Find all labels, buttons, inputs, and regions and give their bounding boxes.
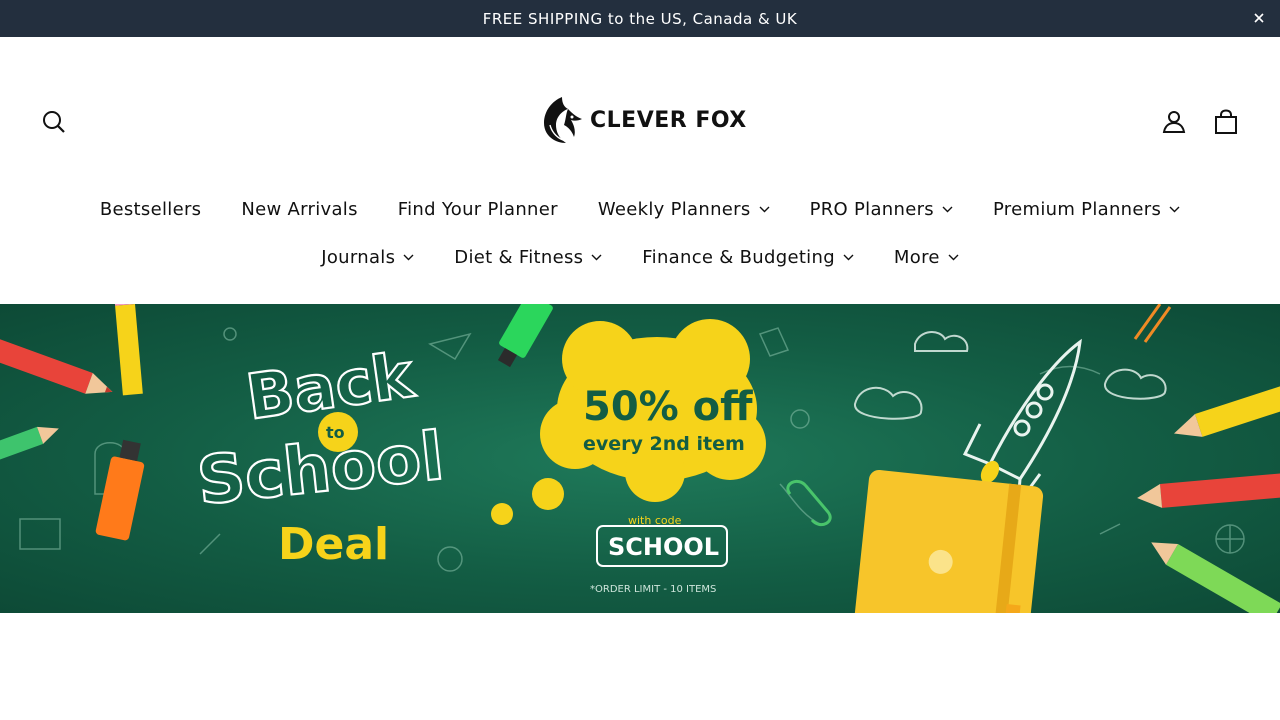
search-icon[interactable] [40,108,68,136]
code-prefix: with code [628,514,682,527]
promo-banner[interactable]: Back School to Deal 50% off every 2nd it… [0,304,1280,613]
nav-item-diet-fitness[interactable]: Diet & Fitness [454,247,602,268]
nav-item-label: Diet & Fitness [454,246,584,268]
nav-item-label: Bestsellers [99,198,202,220]
chevron-down-icon [591,254,602,260]
close-icon[interactable] [1252,11,1266,25]
nav-item-find-your-planner[interactable]: Find Your Planner [398,199,558,220]
account-icon[interactable] [1160,108,1188,136]
order-limit: *ORDER LIMIT - 10 ITEMS [590,584,716,595]
main-navigation: Bestsellers New Arrivals Find Your Plann… [0,185,1280,281]
nav-item-label: New Arrivals [241,198,358,220]
nav-item-journals[interactable]: Journals [321,247,414,268]
offer-main: 50% off [583,384,753,430]
brand-name: CLEVER FOX [590,107,747,133]
chevron-down-icon [948,254,959,260]
nav-item-weekly-planners[interactable]: Weekly Planners [598,199,770,220]
nav-item-pro-planners[interactable]: PRO Planners [810,199,953,220]
nav-item-label: Premium Planners [992,198,1162,220]
nav-item-more[interactable]: More [894,247,959,268]
headline-to: to [326,423,345,442]
fox-logo-icon [544,97,582,143]
nav-item-label: Journals [321,246,396,268]
site-header: CLEVER FOX [0,37,1280,177]
nav-item-label: PRO Planners [809,198,934,220]
nav-row-2: Journals Diet & Fitness Finance & Budget… [0,233,1280,281]
nav-item-label: Weekly Planners [597,198,751,220]
cart-icon[interactable] [1212,108,1240,136]
brand-logo[interactable]: CLEVER FOX [538,94,747,146]
promo-banner-art: Back School to Deal 50% off every 2nd it… [0,304,1280,613]
nav-item-label: More [893,246,940,268]
chevron-down-icon [942,206,953,212]
headline-deal: Deal [278,519,389,570]
nav-item-bestsellers[interactable]: Bestsellers [100,199,201,220]
nav-item-new-arrivals[interactable]: New Arrivals [241,199,357,220]
nav-item-premium-planners[interactable]: Premium Planners [993,199,1180,220]
nav-row-1: Bestsellers New Arrivals Find Your Plann… [0,185,1280,233]
nav-item-label: Finance & Budgeting [642,246,835,268]
nav-item-label: Find Your Planner [397,198,558,220]
nav-item-finance-budgeting[interactable]: Finance & Budgeting [642,247,854,268]
chevron-down-icon [403,254,414,260]
offer-sub: every 2nd item [583,433,745,455]
chevron-down-icon [843,254,854,260]
chevron-down-icon [759,206,770,212]
promo-code: SCHOOL [608,533,719,561]
announcement-text: FREE SHIPPING to the US, Canada & UK [482,9,798,28]
announcement-bar: FREE SHIPPING to the US, Canada & UK [0,0,1280,37]
chevron-down-icon [1169,206,1180,212]
